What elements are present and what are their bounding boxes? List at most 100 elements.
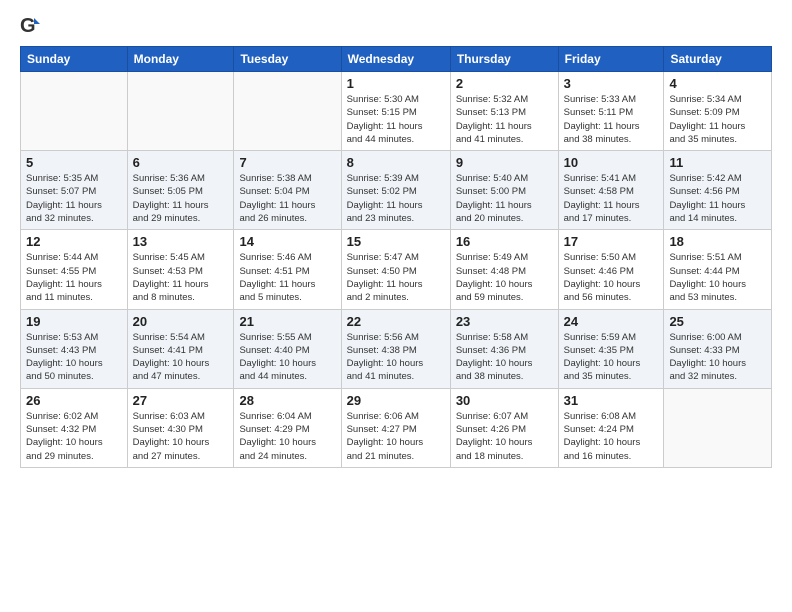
calendar-cell: 30 Sunrise: 6:07 AM Sunset: 4:26 PM Dayli… bbox=[450, 388, 558, 467]
weekday-saturday: Saturday bbox=[664, 47, 772, 72]
day-info: Sunrise: 5:55 AM Sunset: 4:40 PM Dayligh… bbox=[239, 331, 335, 384]
day-number: 23 bbox=[456, 314, 553, 329]
calendar-cell: 28Sunrise: 6:04 AM Sunset: 4:29 PM Dayli… bbox=[234, 388, 341, 467]
day-number: 8 bbox=[347, 155, 445, 170]
calendar-cell: 4 Sunrise: 5:34 AM Sunset: 5:09 PM Daylig… bbox=[664, 72, 772, 151]
day-number: 28 bbox=[239, 393, 335, 408]
day-number: 27 bbox=[133, 393, 229, 408]
weekday-thursday: Thursday bbox=[450, 47, 558, 72]
day-number: 9 bbox=[456, 155, 553, 170]
calendar-cell: 8Sunrise: 5:39 AM Sunset: 5:02 PM Daylig… bbox=[341, 151, 450, 230]
logo: G bbox=[20, 16, 46, 38]
day-number: 31 bbox=[564, 393, 659, 408]
day-info: Sunrise: 5:54 AM Sunset: 4:41 PM Dayligh… bbox=[133, 331, 229, 384]
calendar-cell: 26 Sunrise: 6:02 AM Sunset: 4:32 PM Dayli… bbox=[21, 388, 128, 467]
calendar-cell: 29 Sunrise: 6:06 AM Sunset: 4:27 PM Dayli… bbox=[341, 388, 450, 467]
calendar-cell: 11Sunrise: 5:42 AM Sunset: 4:56 PM Dayli… bbox=[664, 151, 772, 230]
day-number: 2 bbox=[456, 76, 553, 91]
svg-text:G: G bbox=[20, 16, 36, 37]
day-info: Sunrise: 5:45 AM Sunset: 4:53 PM Dayligh… bbox=[133, 251, 229, 304]
day-info: Sunrise: 5:51 AM Sunset: 4:44 PM Dayligh… bbox=[669, 251, 766, 304]
calendar-cell: 14Sunrise: 5:46 AM Sunset: 4:51 PM Dayli… bbox=[234, 230, 341, 309]
calendar-cell: 7 Sunrise: 5:38 AM Sunset: 5:04 PM Daylig… bbox=[234, 151, 341, 230]
calendar-cell bbox=[127, 72, 234, 151]
day-info: Sunrise: 5:36 AM Sunset: 5:05 PM Dayligh… bbox=[133, 172, 229, 225]
weekday-friday: Friday bbox=[558, 47, 664, 72]
day-info: Sunrise: 5:44 AM Sunset: 4:55 PM Dayligh… bbox=[26, 251, 122, 304]
calendar-cell: 31Sunrise: 6:08 AM Sunset: 4:24 PM Dayli… bbox=[558, 388, 664, 467]
calendar-cell: 19 Sunrise: 5:53 AM Sunset: 4:43 PM Dayli… bbox=[21, 309, 128, 388]
weekday-tuesday: Tuesday bbox=[234, 47, 341, 72]
day-number: 4 bbox=[669, 76, 766, 91]
week-row-2: 5Sunrise: 5:35 AM Sunset: 5:07 PM Daylig… bbox=[21, 151, 772, 230]
calendar-cell bbox=[664, 388, 772, 467]
week-row-5: 26 Sunrise: 6:02 AM Sunset: 4:32 PM Dayli… bbox=[21, 388, 772, 467]
calendar-cell bbox=[234, 72, 341, 151]
day-info: Sunrise: 6:02 AM Sunset: 4:32 PM Dayligh… bbox=[26, 410, 122, 463]
day-number: 25 bbox=[669, 314, 766, 329]
calendar: SundayMondayTuesdayWednesdayThursdayFrid… bbox=[20, 46, 772, 468]
day-number: 10 bbox=[564, 155, 659, 170]
calendar-cell: 15Sunrise: 5:47 AM Sunset: 4:50 PM Dayli… bbox=[341, 230, 450, 309]
day-info: Sunrise: 5:34 AM Sunset: 5:09 PM Dayligh… bbox=[669, 93, 766, 146]
day-number: 16 bbox=[456, 234, 553, 249]
calendar-cell: 16 Sunrise: 5:49 AM Sunset: 4:48 PM Dayli… bbox=[450, 230, 558, 309]
calendar-cell: 2 Sunrise: 5:32 AM Sunset: 5:13 PM Daylig… bbox=[450, 72, 558, 151]
calendar-cell: 10Sunrise: 5:41 AM Sunset: 4:58 PM Dayli… bbox=[558, 151, 664, 230]
header: G bbox=[20, 16, 772, 38]
day-info: Sunrise: 5:40 AM Sunset: 5:00 PM Dayligh… bbox=[456, 172, 553, 225]
calendar-cell: 18 Sunrise: 5:51 AM Sunset: 4:44 PM Dayli… bbox=[664, 230, 772, 309]
weekday-wednesday: Wednesday bbox=[341, 47, 450, 72]
weekday-sunday: Sunday bbox=[21, 47, 128, 72]
calendar-cell: 25Sunrise: 6:00 AM Sunset: 4:33 PM Dayli… bbox=[664, 309, 772, 388]
calendar-cell: 27 Sunrise: 6:03 AM Sunset: 4:30 PM Dayli… bbox=[127, 388, 234, 467]
calendar-cell bbox=[21, 72, 128, 151]
calendar-cell: 9 Sunrise: 5:40 AM Sunset: 5:00 PM Daylig… bbox=[450, 151, 558, 230]
day-info: Sunrise: 5:53 AM Sunset: 4:43 PM Dayligh… bbox=[26, 331, 122, 384]
day-info: Sunrise: 6:07 AM Sunset: 4:26 PM Dayligh… bbox=[456, 410, 553, 463]
page: G SundayMondayTuesdayWednesdayThursdayFr… bbox=[0, 0, 792, 612]
calendar-cell: 20 Sunrise: 5:54 AM Sunset: 4:41 PM Dayli… bbox=[127, 309, 234, 388]
day-info: Sunrise: 5:50 AM Sunset: 4:46 PM Dayligh… bbox=[564, 251, 659, 304]
calendar-cell: 23 Sunrise: 5:58 AM Sunset: 4:36 PM Dayli… bbox=[450, 309, 558, 388]
day-number: 30 bbox=[456, 393, 553, 408]
weekday-monday: Monday bbox=[127, 47, 234, 72]
day-info: Sunrise: 5:33 AM Sunset: 5:11 PM Dayligh… bbox=[564, 93, 659, 146]
day-number: 19 bbox=[26, 314, 122, 329]
day-info: Sunrise: 5:49 AM Sunset: 4:48 PM Dayligh… bbox=[456, 251, 553, 304]
week-row-4: 19 Sunrise: 5:53 AM Sunset: 4:43 PM Dayli… bbox=[21, 309, 772, 388]
day-info: Sunrise: 5:47 AM Sunset: 4:50 PM Dayligh… bbox=[347, 251, 445, 304]
day-info: Sunrise: 5:59 AM Sunset: 4:35 PM Dayligh… bbox=[564, 331, 659, 384]
day-number: 7 bbox=[239, 155, 335, 170]
calendar-cell: 24 Sunrise: 5:59 AM Sunset: 4:35 PM Dayli… bbox=[558, 309, 664, 388]
day-number: 6 bbox=[133, 155, 229, 170]
day-number: 29 bbox=[347, 393, 445, 408]
logo-icon: G bbox=[20, 16, 42, 38]
day-info: Sunrise: 5:38 AM Sunset: 5:04 PM Dayligh… bbox=[239, 172, 335, 225]
day-info: Sunrise: 5:30 AM Sunset: 5:15 PM Dayligh… bbox=[347, 93, 445, 146]
day-number: 18 bbox=[669, 234, 766, 249]
week-row-1: 1 Sunrise: 5:30 AM Sunset: 5:15 PM Daylig… bbox=[21, 72, 772, 151]
calendar-cell: 5Sunrise: 5:35 AM Sunset: 5:07 PM Daylig… bbox=[21, 151, 128, 230]
day-number: 26 bbox=[26, 393, 122, 408]
day-info: Sunrise: 6:06 AM Sunset: 4:27 PM Dayligh… bbox=[347, 410, 445, 463]
day-number: 12 bbox=[26, 234, 122, 249]
calendar-cell: 22 Sunrise: 5:56 AM Sunset: 4:38 PM Dayli… bbox=[341, 309, 450, 388]
day-number: 20 bbox=[133, 314, 229, 329]
calendar-cell: 3Sunrise: 5:33 AM Sunset: 5:11 PM Daylig… bbox=[558, 72, 664, 151]
calendar-cell: 1 Sunrise: 5:30 AM Sunset: 5:15 PM Daylig… bbox=[341, 72, 450, 151]
day-info: Sunrise: 5:46 AM Sunset: 4:51 PM Dayligh… bbox=[239, 251, 335, 304]
day-info: Sunrise: 5:32 AM Sunset: 5:13 PM Dayligh… bbox=[456, 93, 553, 146]
calendar-cell: 17Sunrise: 5:50 AM Sunset: 4:46 PM Dayli… bbox=[558, 230, 664, 309]
calendar-cell: 6 Sunrise: 5:36 AM Sunset: 5:05 PM Daylig… bbox=[127, 151, 234, 230]
day-info: Sunrise: 5:58 AM Sunset: 4:36 PM Dayligh… bbox=[456, 331, 553, 384]
week-row-3: 12 Sunrise: 5:44 AM Sunset: 4:55 PM Dayli… bbox=[21, 230, 772, 309]
day-number: 1 bbox=[347, 76, 445, 91]
day-number: 24 bbox=[564, 314, 659, 329]
day-number: 21 bbox=[239, 314, 335, 329]
day-info: Sunrise: 6:03 AM Sunset: 4:30 PM Dayligh… bbox=[133, 410, 229, 463]
day-number: 22 bbox=[347, 314, 445, 329]
day-info: Sunrise: 5:56 AM Sunset: 4:38 PM Dayligh… bbox=[347, 331, 445, 384]
weekday-header-row: SundayMondayTuesdayWednesdayThursdayFrid… bbox=[21, 47, 772, 72]
day-number: 13 bbox=[133, 234, 229, 249]
